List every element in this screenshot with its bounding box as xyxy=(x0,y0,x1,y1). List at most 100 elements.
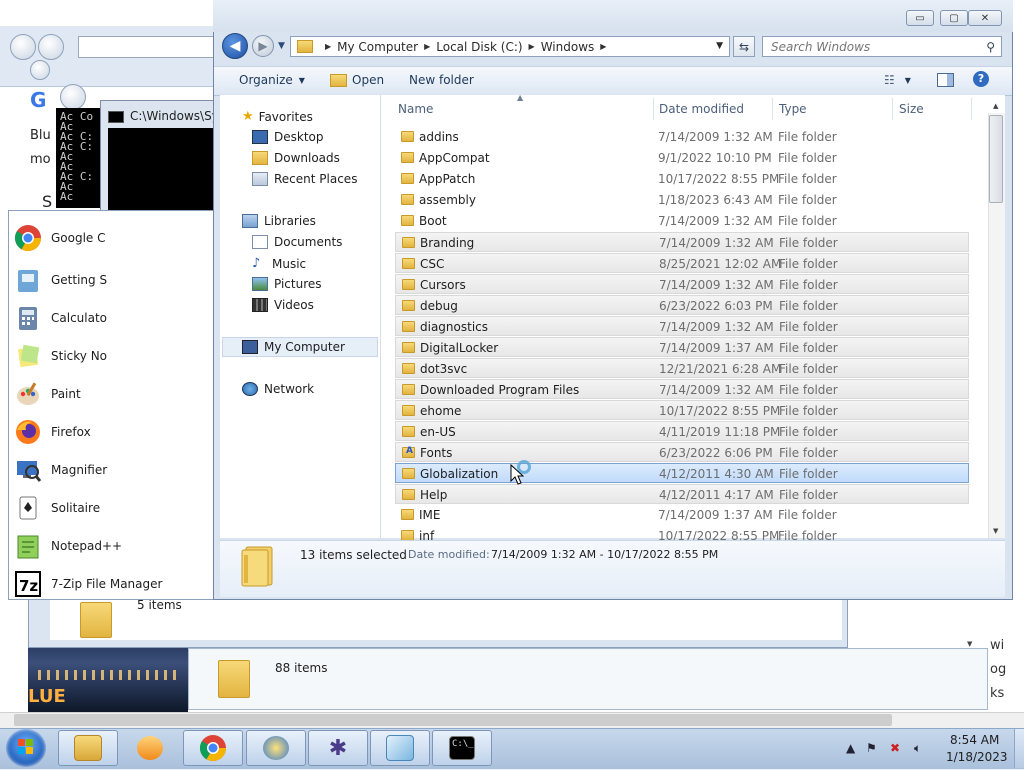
taskbar-chrome-button[interactable] xyxy=(183,730,243,766)
nav-item-music[interactable]: ♪ Music xyxy=(252,256,306,271)
nav-item-pictures[interactable]: Pictures xyxy=(252,277,322,291)
breadcrumb-separator-icon[interactable]: ▶ xyxy=(600,42,606,51)
scroll-down-icon[interactable]: ▼ xyxy=(967,640,972,648)
column-divider[interactable] xyxy=(892,98,893,120)
new-folder-button[interactable]: New folder xyxy=(409,73,474,87)
file-row-addins[interactable]: addins 7/14/2009 1:32 AM File folder xyxy=(395,127,969,147)
start-button[interactable] xyxy=(6,729,46,767)
taskbar-cmd-button[interactable]: C:\_ xyxy=(432,730,492,766)
close-button[interactable]: ✕ xyxy=(968,10,1002,26)
nav-item-my-computer[interactable]: My Computer xyxy=(242,340,345,354)
organize-button[interactable]: Organize ▼ xyxy=(239,73,305,87)
column-divider[interactable] xyxy=(971,98,972,120)
file-row-diagnostics[interactable]: diagnostics 7/14/2009 1:32 AM File folder xyxy=(395,316,969,336)
start-menu-item-getting-started[interactable]: Getting S xyxy=(13,263,213,297)
column-header-date-modified[interactable]: Date modified xyxy=(659,102,744,116)
scroll-up-icon[interactable]: ▲ xyxy=(993,102,998,110)
start-menu-item-sticky-notes[interactable]: Sticky No xyxy=(13,339,213,373)
volume-icon[interactable]: 🔈︎ xyxy=(914,741,921,756)
downloads-folder-icon xyxy=(252,151,268,165)
taskbar-control-panel-button[interactable] xyxy=(246,730,306,766)
start-menu-item-calculator[interactable]: Calculato xyxy=(13,301,213,335)
clock-time[interactable]: 8:54 AM xyxy=(950,733,999,747)
file-row-debug[interactable]: debug 6/23/2022 6:03 PM File folder xyxy=(395,295,969,315)
explorer-title-bar[interactable] xyxy=(213,0,1013,32)
nav-item-favorites[interactable]: ★ Favorites xyxy=(242,109,313,124)
address-bar[interactable]: ▶ My Computer ▶ Local Disk (C:) ▶ Window… xyxy=(290,36,730,57)
file-row-fonts[interactable]: Fonts 6/23/2022 6:06 PM File folder xyxy=(395,442,969,462)
breadcrumb-local-disk[interactable]: Local Disk (C:) xyxy=(436,40,522,54)
column-divider[interactable] xyxy=(772,98,773,120)
column-header-type[interactable]: Type xyxy=(779,102,807,116)
file-row-csc[interactable]: CSC 8/25/2021 12:02 AM File folder xyxy=(395,253,969,273)
clock-date[interactable]: 1/18/2023 xyxy=(946,750,1008,764)
file-row-appcompat[interactable]: AppCompat 9/1/2022 10:10 PM File folder xyxy=(395,148,969,168)
file-row-en-us[interactable]: en-US 4/11/2019 11:18 PM File folder xyxy=(395,421,969,441)
breadcrumb-separator-icon[interactable]: ▶ xyxy=(424,42,430,51)
vertical-scrollbar-thumb[interactable] xyxy=(989,115,1003,203)
start-menu-item-magnifier[interactable]: Magnifier xyxy=(13,453,213,487)
nav-item-downloads[interactable]: Downloads xyxy=(252,151,340,165)
search-box[interactable]: ⚲ xyxy=(762,36,1002,57)
breadcrumb-separator-icon[interactable]: ▶ xyxy=(529,42,535,51)
back-button[interactable]: ◀ xyxy=(222,33,248,59)
file-type: File folder xyxy=(779,278,838,292)
start-menu-item-firefox[interactable]: Firefox xyxy=(13,415,213,449)
nav-item-network[interactable]: Network xyxy=(242,382,314,396)
start-menu-item-chrome[interactable]: Google C xyxy=(13,221,213,255)
maximize-button[interactable]: ▢ xyxy=(940,10,968,26)
forward-button[interactable]: ▶ xyxy=(252,35,274,57)
scroll-down-icon[interactable]: ▼ xyxy=(993,527,998,535)
bg-forward-icon xyxy=(38,34,64,60)
file-row-branding[interactable]: Branding 7/14/2009 1:32 AM File folder xyxy=(395,232,969,252)
show-hidden-icons-button[interactable]: ▲ xyxy=(846,741,855,755)
breadcrumb-separator-icon[interactable]: ▶ xyxy=(325,42,331,51)
column-divider[interactable] xyxy=(653,98,654,120)
breadcrumb-my-computer[interactable]: My Computer xyxy=(337,40,418,54)
file-row-boot[interactable]: Boot 7/14/2009 1:32 AM File folder xyxy=(395,211,969,231)
taskbar-spider-button[interactable]: ✱ xyxy=(308,730,368,766)
open-button[interactable]: Open xyxy=(330,73,384,87)
show-desktop-button[interactable] xyxy=(1014,729,1024,768)
file-row-help[interactable]: Help 4/12/2011 4:17 AM File folder xyxy=(395,484,969,504)
nav-item-recent-places[interactable]: Recent Places xyxy=(252,172,357,186)
file-row-digitallocker[interactable]: DigitalLocker 7/14/2009 1:37 AM File folde… xyxy=(395,337,969,357)
minimize-button[interactable]: ▭ xyxy=(906,10,934,26)
refresh-button[interactable]: ⇆ xyxy=(733,36,755,57)
address-dropdown-icon[interactable]: ▼ xyxy=(716,41,723,51)
file-row-ime[interactable]: IME 7/14/2009 1:37 AM File folder xyxy=(395,505,969,525)
search-icon[interactable]: ⚲ xyxy=(986,40,995,54)
start-menu-item-paint[interactable]: Paint xyxy=(13,377,213,411)
taskbar-notepad-button[interactable] xyxy=(370,730,430,766)
start-menu-item-solitaire[interactable]: Solitaire xyxy=(13,491,213,525)
network-disconnected-icon[interactable]: ✖ xyxy=(890,741,900,755)
start-menu-item-notepadpp[interactable]: Notepad++ xyxy=(13,529,213,563)
search-input[interactable] xyxy=(769,38,983,55)
column-header-size[interactable]: Size xyxy=(899,102,924,116)
file-row-downloaded-program-files[interactable]: Downloaded Program Files 7/14/2009 1:32 A… xyxy=(395,379,969,399)
preview-pane-button[interactable] xyxy=(937,73,954,87)
action-center-icon[interactable]: ⚑ xyxy=(866,741,877,755)
file-row-ehome[interactable]: ehome 10/17/2022 8:55 PM File folder xyxy=(395,400,969,420)
taskbar-explorer-button[interactable] xyxy=(58,730,118,766)
file-row-dot3svc[interactable]: dot3svc 12/21/2021 6:28 AM File folder xyxy=(395,358,969,378)
file-row-cursors[interactable]: Cursors 7/14/2009 1:32 AM File folder xyxy=(395,274,969,294)
taskbar-media-player-button[interactable] xyxy=(120,730,180,766)
column-header-name[interactable]: Name xyxy=(398,102,433,116)
change-view-button[interactable]: ☷ ▼ xyxy=(884,73,911,87)
file-row-assembly[interactable]: assembly 1/18/2023 6:43 AM File folder xyxy=(395,190,969,210)
horizontal-scrollbar-thumb[interactable] xyxy=(14,714,892,726)
file-date: 4/12/2011 4:17 AM xyxy=(659,488,774,502)
help-button[interactable]: ? xyxy=(973,71,989,87)
file-row-globalization[interactable]: Globalization 4/12/2011 4:30 AM File folde… xyxy=(395,463,969,483)
chrome-icon xyxy=(13,223,43,253)
recent-pages-dropdown[interactable]: ▼ xyxy=(278,41,285,51)
start-menu-item-7zip[interactable]: 7z 7-Zip File Manager xyxy=(13,567,213,599)
nav-item-documents[interactable]: Documents xyxy=(252,235,342,249)
nav-item-libraries[interactable]: Libraries xyxy=(242,214,316,228)
nav-item-desktop[interactable]: Desktop xyxy=(252,130,324,144)
background-explorer-window-2[interactable] xyxy=(188,648,988,710)
file-row-apppatch[interactable]: AppPatch 10/17/2022 8:55 PM File folder xyxy=(395,169,969,189)
nav-item-videos[interactable]: Videos xyxy=(252,298,314,312)
breadcrumb-windows[interactable]: Windows xyxy=(541,40,595,54)
